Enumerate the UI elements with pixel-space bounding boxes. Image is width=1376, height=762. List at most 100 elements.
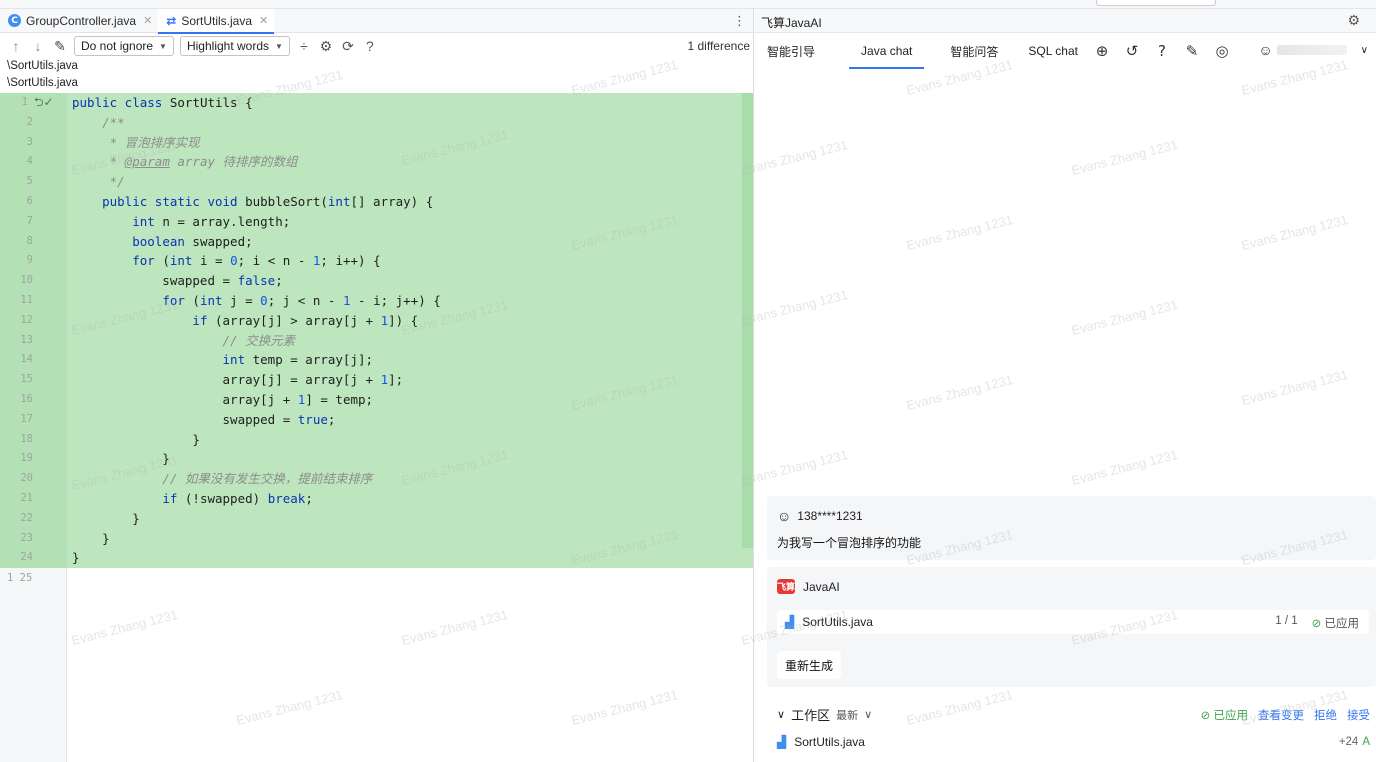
arrow-up-icon[interactable]: ↑	[8, 38, 24, 54]
generated-file-name: SortUtils.java	[802, 615, 873, 629]
code-text: swapped = true;	[72, 411, 336, 427]
file-icon: ▟	[777, 735, 787, 749]
line-number: 24	[20, 551, 33, 564]
revert-accept-icons[interactable]: ⮌✓	[34, 93, 54, 113]
file-status: 1 / 1 ⊘ 已应用	[1275, 615, 1359, 631]
generated-file-row[interactable]: ▟ SortUtils.java 1 / 1 ⊘ 已应用	[777, 610, 1369, 634]
class-icon: C	[8, 14, 21, 27]
file-path-right: \SortUtils.java	[7, 77, 78, 89]
added-lines: +24	[1338, 736, 1359, 748]
settings-icon[interactable]: ⚙	[318, 38, 334, 55]
more-vertical-icon[interactable]: ⋮	[733, 13, 746, 29]
code-line: 3 * 冒泡排序实现	[0, 133, 740, 153]
highlight-dropdown[interactable]: Highlight words ▼	[179, 36, 290, 56]
line-number: 16	[20, 393, 33, 405]
edit-icon[interactable]: ✎	[1180, 42, 1204, 60]
code-line: 4 * @param array 待排序的数组	[0, 152, 740, 172]
chevron-down-icon: ∨	[864, 709, 873, 721]
code-line: 21 if (!swapped) break;	[0, 489, 740, 509]
line-number: 15	[20, 373, 33, 386]
line-number: 21	[20, 492, 33, 504]
left-line-marker: 1 25	[7, 572, 33, 584]
code-line: 17 swapped = true;	[0, 410, 740, 430]
gear-icon[interactable]: ⚙	[1347, 12, 1360, 29]
code-line: 23 }	[0, 529, 740, 549]
code-text: }	[72, 451, 170, 467]
line-number: 19	[20, 452, 33, 465]
ignore-dropdown[interactable]: Do not ignore ▼	[74, 36, 174, 56]
user-icon: ☺	[1258, 42, 1273, 58]
added-badge: A	[1362, 736, 1370, 748]
workspace-header[interactable]: ∨ 工作区 最新 ∨	[777, 705, 872, 724]
code-line: 9 for (int i = 0; i < n - 1; i++) {	[0, 251, 740, 271]
line-number: 10	[20, 274, 33, 287]
target-icon[interactable]: ◎	[1210, 42, 1234, 60]
code-line: 24}	[0, 548, 740, 568]
ignore-dropdown-label: Do not ignore	[81, 39, 154, 53]
user-name-blurred	[1276, 45, 1347, 55]
diff-change-bar	[742, 93, 753, 548]
code-text: }	[72, 530, 110, 546]
diff-toolbar: ↑ ↓ ✎ Do not ignore ▼ Highlight words ▼ …	[0, 34, 753, 58]
code-line: 11 for (int j = 0; j < n - 1 - i; j++) {	[0, 291, 740, 311]
help-icon[interactable]: ?	[362, 38, 378, 54]
code-line: 15 array[j] = array[j + 1];	[0, 370, 740, 390]
code-text: // 如果没有发生交换，提前结束排序	[162, 471, 373, 487]
edit-icon[interactable]: ✎	[52, 38, 68, 55]
line-number: 20	[20, 472, 33, 485]
accept-link[interactable]: 接受	[1347, 707, 1370, 723]
tab-guide[interactable]: 智能引导	[755, 33, 827, 69]
user-message-text: 为我写一个冒泡排序的功能	[777, 536, 922, 550]
sync-scroll-icon[interactable]: ⟳	[340, 38, 356, 55]
javaai-logo: 飞算	[777, 579, 795, 594]
help-circle-icon[interactable]: ?	[1150, 42, 1174, 60]
code-line: 8 boolean swapped;	[0, 232, 740, 252]
line-number: 7	[26, 214, 33, 227]
workspace-actions: ⊘ 已应用 查看变更 拒绝 接受	[1201, 707, 1370, 723]
workspace-applied-status: ⊘ 已应用	[1200, 710, 1248, 722]
code-text: if (array[j] > array[j + 1]) {	[192, 312, 419, 328]
add-circle-icon[interactable]: ⊕	[1090, 42, 1114, 60]
code-text: }	[72, 550, 80, 566]
user-message: ☺ 138****1231 为我写一个冒泡排序的功能	[767, 496, 1376, 560]
history-icon[interactable]: ↺	[1120, 42, 1144, 60]
code-text: * 冒泡排序实现	[102, 134, 200, 150]
code-line: 6 public static void bubbleSort(int[] ar…	[0, 192, 740, 212]
code-text: int temp = array[j];	[222, 352, 374, 368]
file-count: 1 / 1	[1275, 615, 1298, 627]
tab-groupcontroller[interactable]: C GroupController.java ✕	[0, 9, 158, 33]
highlight-dropdown-label: Highlight words	[186, 39, 270, 53]
check-circle-icon: ⊘	[1311, 618, 1322, 630]
sort-label[interactable]: 最新	[836, 707, 858, 723]
close-icon[interactable]: ✕	[259, 14, 268, 27]
assistant-title: 飞算JavaAI	[761, 16, 822, 30]
code-text: int n = array.length;	[132, 213, 291, 229]
user-account[interactable]: ☺ ∨	[1258, 42, 1368, 58]
workspace-file[interactable]: ▟ SortUtils.java	[777, 735, 865, 749]
code-line: 22 }	[0, 509, 740, 529]
tab-sql-chat[interactable]: SQL chat	[1016, 33, 1090, 69]
line-number: 13	[20, 333, 33, 346]
tab-qa[interactable]: 智能问答	[938, 33, 1010, 69]
chevron-down-icon: ∨	[1360, 44, 1368, 56]
regenerate-button[interactable]: 重新生成	[777, 651, 842, 679]
top-search-field[interactable]	[1096, 0, 1216, 6]
code-line: 20 // 如果没有发生交换，提前结束排序	[0, 469, 740, 489]
chevron-down-icon: ∨	[777, 709, 786, 721]
code-text: public static void bubbleSort(int[] arra…	[102, 194, 434, 209]
arrow-down-icon[interactable]: ↓	[30, 38, 46, 54]
code-text: for (int j = 0; j < n - 1 - i; j++) {	[162, 293, 441, 308]
code-text: boolean swapped;	[132, 233, 253, 249]
workspace-title: 工作区	[791, 708, 831, 723]
reject-link[interactable]: 拒绝	[1314, 707, 1337, 723]
line-number: 18	[20, 432, 33, 445]
ai-name: JavaAI	[803, 579, 840, 594]
tab-java-chat[interactable]: Java chat	[841, 33, 932, 69]
close-icon[interactable]: ✕	[143, 14, 152, 27]
line-number: 23	[20, 531, 33, 544]
view-changes-link[interactable]: 查看变更	[1258, 707, 1304, 723]
applied-status: ⊘ 已应用	[1311, 618, 1359, 630]
code-text: // 交换元素	[222, 332, 296, 348]
tab-sortutils[interactable]: ⇄ SortUtils.java ✕	[158, 9, 275, 34]
collapse-icon[interactable]: ÷	[296, 38, 312, 54]
